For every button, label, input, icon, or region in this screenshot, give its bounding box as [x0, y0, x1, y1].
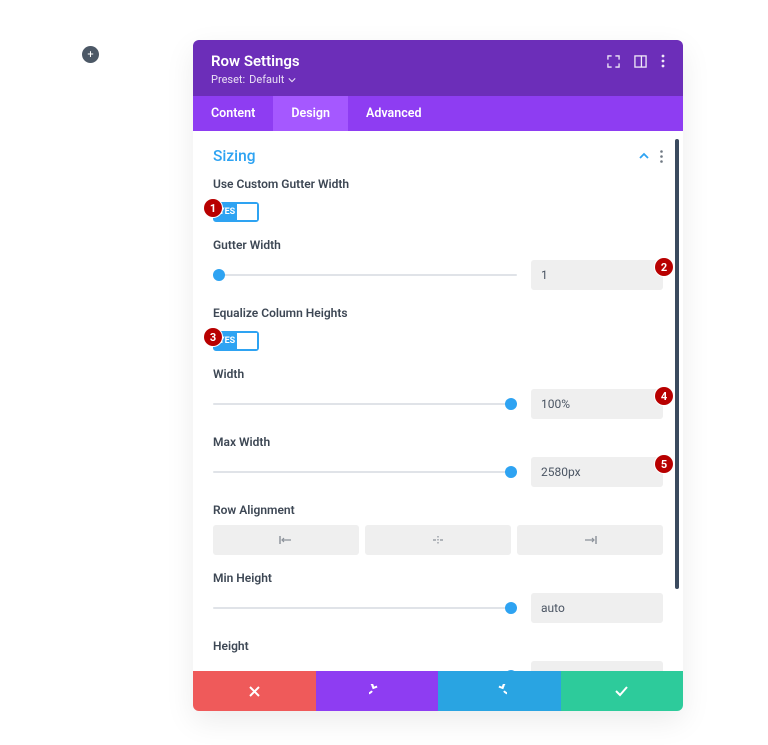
min-height-slider[interactable]: [213, 601, 517, 615]
tab-design[interactable]: Design: [273, 96, 348, 131]
undo-button[interactable]: [316, 671, 439, 711]
align-left-button[interactable]: [213, 525, 359, 555]
add-section-button[interactable]: +: [82, 46, 99, 63]
slider-thumb[interactable]: [505, 602, 517, 614]
annotation-badge-5: 5: [655, 455, 673, 473]
equalize-label: Equalize Column Heights: [213, 306, 663, 320]
height-label: Height: [213, 639, 663, 653]
width-input[interactable]: [531, 389, 663, 419]
cancel-button[interactable]: [193, 671, 316, 711]
section-kebab-icon[interactable]: [660, 150, 663, 163]
section-title: Sizing: [213, 147, 256, 165]
modal-header: Row Settings Preset: Default: [193, 40, 683, 96]
tab-advanced[interactable]: Advanced: [348, 96, 440, 131]
annotation-badge-1: 1: [204, 199, 222, 217]
slider-thumb[interactable]: [505, 466, 517, 478]
kebab-icon[interactable]: [661, 54, 665, 68]
align-right-button[interactable]: [517, 525, 663, 555]
tab-content[interactable]: Content: [193, 96, 273, 131]
collapse-icon[interactable]: [638, 150, 650, 162]
field-max-width: Max Width 5: [213, 435, 663, 487]
row-alignment-label: Row Alignment: [213, 503, 663, 517]
slider-thumb[interactable]: [505, 398, 517, 410]
preset-value: Default: [249, 73, 284, 86]
toggle-knob: [237, 204, 257, 220]
field-gutter-width: Gutter Width 2: [213, 238, 663, 290]
field-width: Width 4: [213, 367, 663, 419]
undo-icon: [369, 684, 384, 699]
max-width-label: Max Width: [213, 435, 663, 449]
height-slider[interactable]: [213, 669, 517, 671]
width-label: Width: [213, 367, 663, 381]
scrollbar[interactable]: [675, 139, 679, 589]
max-width-slider[interactable]: [213, 465, 517, 479]
field-custom-gutter: Use Custom Gutter Width YES 1: [213, 177, 663, 222]
min-height-input[interactable]: [531, 593, 663, 623]
row-settings-modal: Row Settings Preset: Default Content Des…: [193, 40, 683, 711]
slider-thumb[interactable]: [505, 670, 517, 671]
section-controls: [638, 150, 663, 163]
toggle-knob: [237, 333, 257, 349]
field-min-height: Min Height: [213, 571, 663, 623]
settings-tabs: Content Design Advanced: [193, 96, 683, 131]
min-height-label: Min Height: [213, 571, 663, 585]
width-slider[interactable]: [213, 397, 517, 411]
slider-track: [213, 403, 517, 405]
gutter-width-slider[interactable]: [213, 268, 517, 282]
gutter-width-input[interactable]: [531, 260, 663, 290]
modal-title: Row Settings: [211, 52, 300, 70]
field-equalize: Equalize Column Heights YES 3: [213, 306, 663, 351]
expand-icon[interactable]: [607, 55, 620, 68]
header-actions: [607, 54, 665, 68]
annotation-badge-4: 4: [655, 387, 673, 405]
close-icon: [248, 685, 261, 698]
annotation-badge-3: 3: [204, 328, 222, 346]
check-icon: [614, 685, 629, 697]
snap-icon[interactable]: [634, 55, 647, 68]
plus-icon: +: [87, 49, 93, 60]
align-center-button[interactable]: [365, 525, 511, 555]
redo-icon: [492, 684, 507, 699]
custom-gutter-label: Use Custom Gutter Width: [213, 177, 663, 191]
field-height: Height: [213, 639, 663, 671]
settings-content: Sizing Use Custom Gutter Width YES 1 Gut…: [193, 131, 683, 671]
field-row-alignment: Row Alignment: [213, 503, 663, 555]
slider-track: [213, 607, 517, 609]
preset-label: Preset:: [211, 73, 245, 86]
redo-button[interactable]: [438, 671, 561, 711]
chevron-down-icon: [288, 76, 296, 84]
height-input[interactable]: [531, 661, 663, 671]
save-button[interactable]: [561, 671, 684, 711]
annotation-badge-2: 2: [655, 258, 673, 276]
header-text: Row Settings Preset: Default: [211, 52, 300, 86]
max-width-input[interactable]: [531, 457, 663, 487]
gutter-width-label: Gutter Width: [213, 238, 663, 252]
section-sizing-header[interactable]: Sizing: [213, 147, 663, 165]
slider-track: [213, 274, 517, 276]
modal-footer: [193, 671, 683, 711]
preset-dropdown[interactable]: Preset: Default: [211, 73, 300, 86]
slider-thumb[interactable]: [213, 269, 225, 281]
slider-track: [213, 471, 517, 473]
